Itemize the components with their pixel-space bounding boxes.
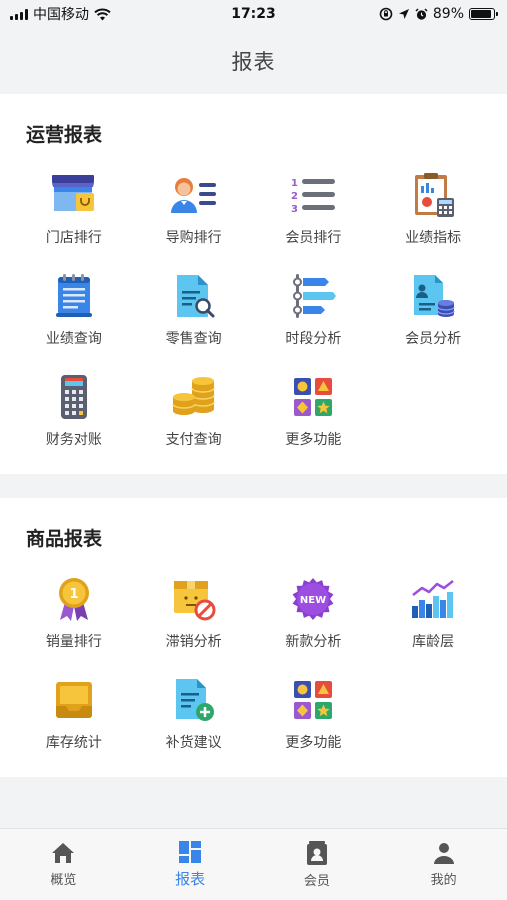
time-period-analysis-item[interactable]: 时段分析 xyxy=(254,262,374,363)
section-title: 商品报表 xyxy=(26,528,103,550)
battery-level xyxy=(471,10,491,18)
section-title: 运营报表 xyxy=(26,124,103,146)
sales-ranking-item[interactable]: 1 销量排行 xyxy=(14,565,134,666)
dashboard-icon xyxy=(179,841,202,863)
item-label: 导购排行 xyxy=(165,230,222,246)
member-ranking-item[interactable]: 1 2 3 会员排行 xyxy=(254,161,374,262)
rotation-lock-icon xyxy=(379,7,393,21)
product-report-section: 商品报表 1 销量排行 滞销分析 NEW 新款分析 库龄层 库存统计 补货建议 … xyxy=(0,498,507,777)
svg-text:3: 3 xyxy=(291,204,298,215)
item-label: 支付查询 xyxy=(165,432,222,448)
financial-reconciliation-item[interactable]: 财务对账 xyxy=(14,363,134,464)
item-label: 销量排行 xyxy=(45,634,102,650)
svg-text:1: 1 xyxy=(291,178,298,189)
tab-label: 我的 xyxy=(430,873,457,888)
status-right: 89% xyxy=(379,6,498,22)
person-icon xyxy=(433,843,454,864)
tab-bar: 概览 报表 会员 我的 xyxy=(0,828,507,900)
tab-members[interactable]: 会员 xyxy=(254,829,381,900)
store-ranking-item[interactable]: 门店排行 xyxy=(14,161,134,262)
item-label: 更多功能 xyxy=(285,432,342,448)
salesperson-icon xyxy=(168,169,220,221)
more-apps-icon xyxy=(287,371,339,423)
timeline-icon xyxy=(287,270,339,322)
item-label: 门店排行 xyxy=(45,230,102,246)
status-left: 中国移动 xyxy=(10,4,111,24)
signal-icon xyxy=(10,8,28,20)
item-label: 库存统计 xyxy=(45,735,102,751)
status-bar: 中国移动 17:23 89% xyxy=(0,0,507,28)
calculator-icon xyxy=(48,371,100,423)
item-label: 业绩指标 xyxy=(405,230,462,246)
slow-sales-analysis-item[interactable]: 滞销分析 xyxy=(134,565,254,666)
inventory-statistics-item[interactable]: 库存统计 xyxy=(14,666,134,767)
item-label: 新款分析 xyxy=(285,634,342,650)
more-functions-item[interactable]: 更多功能 xyxy=(254,363,374,464)
salesperson-ranking-item[interactable]: 导购排行 xyxy=(134,161,254,262)
carrier-label: 中国移动 xyxy=(33,7,89,23)
item-label: 滞销分析 xyxy=(165,634,222,650)
medal-icon: 1 xyxy=(48,573,100,625)
battery-percent: 89% xyxy=(432,6,464,22)
tab-mine[interactable]: 我的 xyxy=(380,829,507,900)
item-label: 更多功能 xyxy=(285,735,342,751)
notepad-icon xyxy=(48,270,100,322)
more-apps-icon xyxy=(287,674,339,726)
document-add-icon xyxy=(168,674,220,726)
performance-query-item[interactable]: 业绩查询 xyxy=(14,262,134,363)
member-analysis-item[interactable]: 会员分析 xyxy=(373,262,493,363)
tab-label: 概览 xyxy=(50,873,77,888)
item-label: 会员分析 xyxy=(405,331,462,347)
item-label: 补货建议 xyxy=(165,735,222,751)
svg-text:2: 2 xyxy=(291,191,298,202)
bar-trend-icon xyxy=(407,573,459,625)
member-card-icon xyxy=(306,841,327,865)
navigation-bar: 报表 xyxy=(0,28,507,94)
item-label: 库龄层 xyxy=(412,634,455,650)
item-label: 业绩查询 xyxy=(45,331,102,347)
battery-icon xyxy=(469,8,498,20)
page-title: 报表 xyxy=(231,50,276,74)
product-grid: 1 销量排行 滞销分析 NEW 新款分析 库龄层 库存统计 补货建议 更多功能 xyxy=(14,565,493,767)
operations-grid: 门店排行 导购排行 1 2 3 会员排行 业绩指标 业绩查询 零售查询 时段分析… xyxy=(14,161,493,464)
wifi-icon xyxy=(94,7,111,20)
item-label: 时段分析 xyxy=(285,331,342,347)
retail-query-item[interactable]: 零售查询 xyxy=(134,262,254,363)
tab-label: 会员 xyxy=(303,874,330,889)
blocked-box-icon xyxy=(168,573,220,625)
numbered-list-icon: 1 2 3 xyxy=(287,169,339,221)
new-style-analysis-item[interactable]: NEW 新款分析 xyxy=(254,565,374,666)
item-label: 零售查询 xyxy=(165,331,222,347)
item-label: 财务对账 xyxy=(45,432,102,448)
stock-age-item[interactable]: 库龄层 xyxy=(373,565,493,666)
profile-database-icon xyxy=(407,270,459,322)
more-functions-item[interactable]: 更多功能 xyxy=(254,666,374,767)
operations-report-section: 运营报表 门店排行 导购排行 1 2 3 会员排行 业绩指标 业绩查询 零售查询… xyxy=(0,94,507,474)
new-badge-icon: NEW xyxy=(287,573,339,625)
restock-suggestion-item[interactable]: 补货建议 xyxy=(134,666,254,767)
inbox-tray-icon xyxy=(48,674,100,726)
home-icon xyxy=(52,843,75,863)
coins-icon xyxy=(168,371,220,423)
medal-rank: 1 xyxy=(69,587,78,602)
clipboard-chart-icon xyxy=(407,169,459,221)
alarm-icon xyxy=(415,7,428,20)
payment-query-item[interactable]: 支付查询 xyxy=(134,363,254,464)
new-badge-text: NEW xyxy=(300,595,326,606)
location-icon xyxy=(398,9,409,19)
document-search-icon xyxy=(168,270,220,322)
store-icon xyxy=(48,169,100,221)
item-label: 会员排行 xyxy=(285,230,342,246)
performance-target-item[interactable]: 业绩指标 xyxy=(373,161,493,262)
tab-label: 报表 xyxy=(175,870,206,888)
tab-reports[interactable]: 报表 xyxy=(127,829,254,900)
tab-overview[interactable]: 概览 xyxy=(0,829,127,900)
